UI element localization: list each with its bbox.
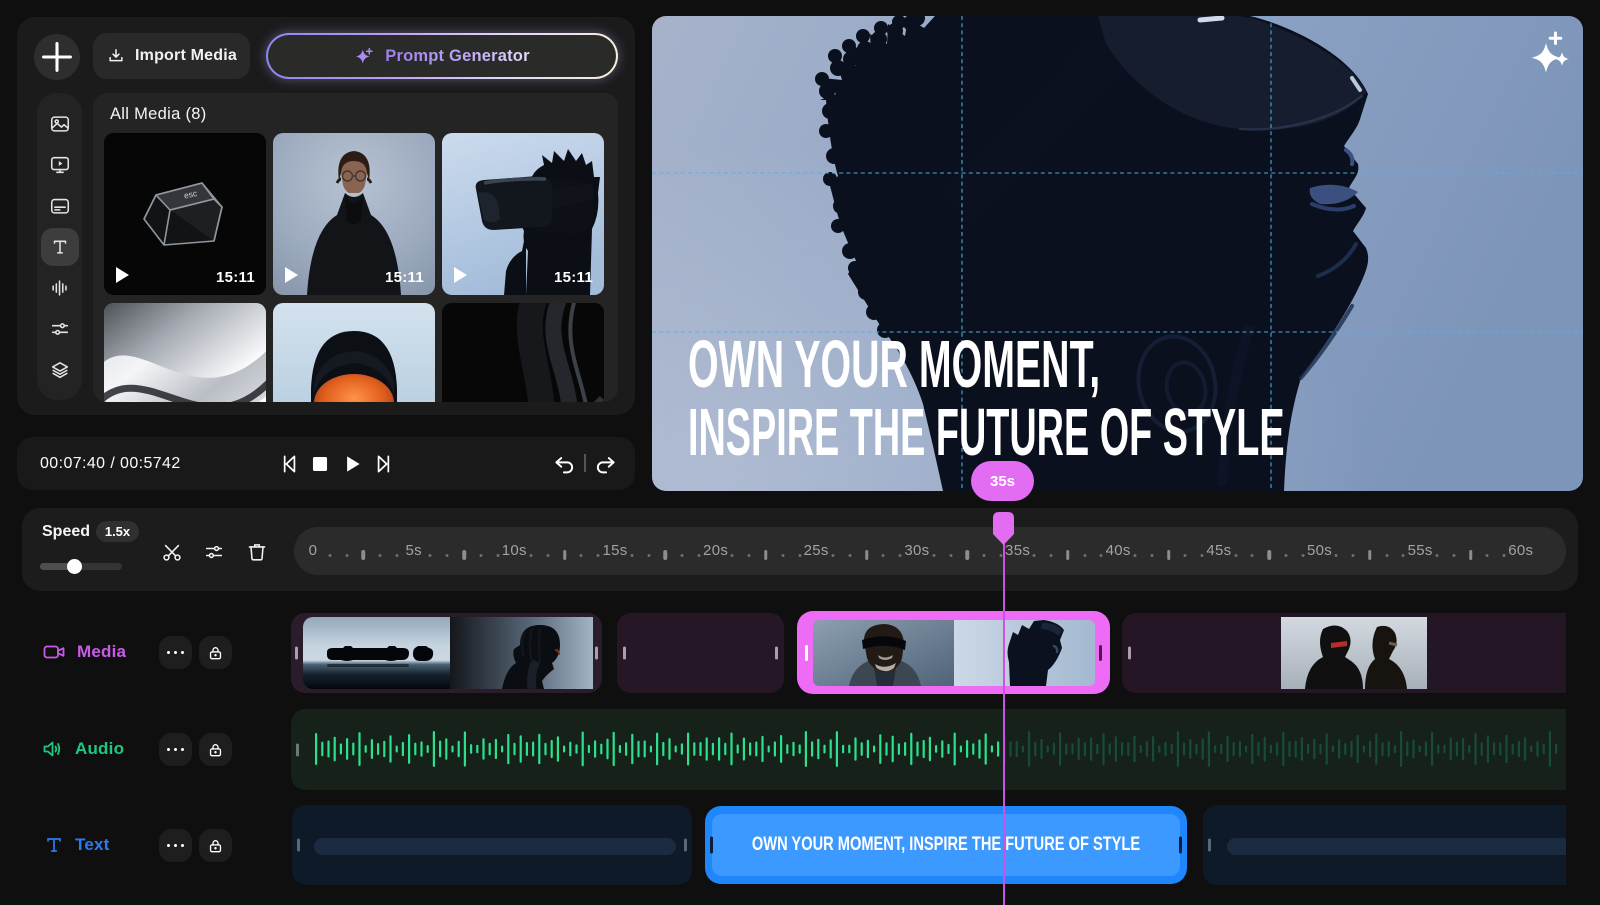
svg-text:OWN YOUR MOMENT,: OWN YOUR MOMENT,	[688, 326, 1100, 402]
svg-text:INSPIRE THE FUTURE OF STYLE: INSPIRE THE FUTURE OF STYLE	[688, 396, 1285, 470]
